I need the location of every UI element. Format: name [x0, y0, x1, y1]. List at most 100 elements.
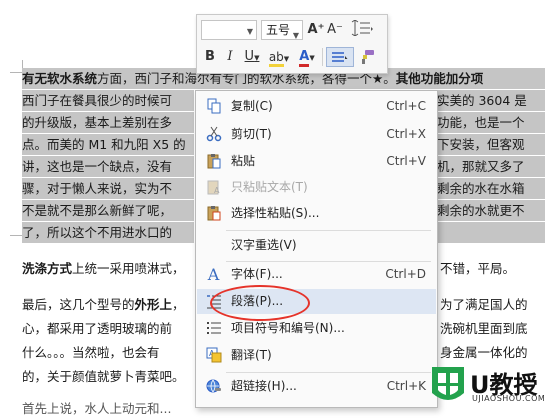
menu-item-cut[interactable]: 剪切(T) Ctrl+X [197, 122, 436, 147]
doc-bold-text: 洗涤方式 [22, 261, 73, 276]
font-icon: A [207, 265, 220, 284]
paragraph-icon [205, 293, 222, 310]
doc-line-14-left: 首先上说，水人上动元和... [22, 401, 172, 416]
chevron-down-icon: ▼ [292, 31, 299, 40]
line-spacing-button[interactable] [347, 19, 377, 40]
menu-item-label: 汉字重选(V) [231, 238, 297, 252]
paste-text-icon: A [205, 179, 222, 196]
align-icon [332, 51, 348, 62]
doc-line-4-right: 下安装，但客观 [437, 134, 545, 155]
doc-line-10-right: 为了满足国人的 [440, 297, 528, 312]
menu-item-label: 段落(P)... [231, 294, 284, 308]
toolbar-divider [322, 48, 323, 66]
align-button[interactable] [326, 47, 354, 67]
menu-item-translate[interactable]: A 翻译(T) [197, 343, 436, 368]
translate-icon: A [205, 347, 222, 364]
doc-line-2-right: 实美的 3604 是 [437, 90, 545, 111]
watermark-url: UJIAOSHOU.COM [472, 394, 545, 403]
menu-item-hyperlink[interactable]: 超链接(H)... Ctrl+K [197, 374, 436, 399]
highlight-button[interactable]: ab▼ [267, 47, 291, 67]
highlight-label: ab [268, 50, 284, 67]
font-size-select[interactable]: 五号 ▼ [261, 20, 303, 40]
doc-line-8-right [437, 222, 545, 243]
menu-item-label: 项目符号和编号(N)... [231, 321, 345, 335]
font-name-select[interactable]: ▼ [201, 20, 257, 40]
menu-item-label: 只粘贴文本(T) [231, 180, 308, 194]
grow-font-button[interactable]: A⁺ [307, 20, 325, 40]
context-menu: 复制(C) Ctrl+C 剪切(T) Ctrl+X 粘贴 Ctrl+V A 只粘… [195, 90, 438, 408]
menu-item-paste-text-only[interactable]: A 只粘贴文本(T) [197, 175, 436, 200]
paste-special-icon [205, 205, 222, 222]
mini-format-toolbar: ▼ 五号 ▼ A⁺ A⁻ B I U▼ ab▼ A▼ [196, 14, 388, 74]
doc-line-4-left: 点。而美的 M1 和九阳 X5 的 [22, 134, 194, 155]
doc-line-12-right: 身金属一体化的 [440, 345, 528, 360]
scissors-icon [205, 126, 222, 143]
format-painter-button[interactable] [357, 47, 379, 67]
chevron-down-icon: ▼ [309, 54, 315, 62]
bold-button[interactable]: B [201, 47, 219, 67]
doc-line-13-left: 的，关于颜值就萝卜青菜吧。 [22, 369, 185, 384]
chevron-down-icon: ▼ [254, 54, 260, 62]
doc-line-2-left: 西门子在餐具很少的时候可 [22, 90, 194, 111]
underline-label: U [244, 49, 255, 64]
doc-line-10-left: 最后，这几个型号的外形上， [22, 294, 185, 315]
chevron-down-icon: ▼ [246, 27, 253, 36]
menu-item-paste-special[interactable]: 选择性粘贴(S)... [197, 201, 436, 226]
font-color-button[interactable]: A▼ [295, 47, 319, 67]
bullets-icon [205, 320, 222, 337]
menu-item-shortcut: Ctrl+X [386, 127, 426, 141]
format-painter-icon [362, 49, 374, 64]
paste-icon [205, 153, 222, 170]
menu-item-label: 超链接(H)... [231, 379, 297, 393]
doc-line-6-left: 骤，对于懒人来说，实为不 [22, 178, 194, 199]
menu-item-label: 翻译(T) [231, 348, 272, 362]
doc-line-7-left: 不是就不是那么新鲜了呢， [22, 200, 194, 221]
watermark-logo: U教授 UJIAOSHOU.COM [426, 363, 545, 407]
doc-line-6-right: 剩余的水在水箱 [437, 178, 545, 199]
menu-item-shortcut: Ctrl+K [386, 379, 426, 393]
menu-item-label: 选择性粘贴(S)... [231, 206, 320, 220]
italic-button[interactable]: I [221, 47, 239, 67]
menu-item-copy[interactable]: 复制(C) Ctrl+C [197, 94, 436, 119]
menu-item-bullets-numbering[interactable]: 项目符号和编号(N)... [197, 316, 436, 341]
doc-bold-text: 其他功能加分项 [395, 71, 484, 86]
hyperlink-icon [205, 378, 222, 395]
shrink-font-button[interactable]: A⁻ [326, 20, 344, 40]
menu-item-label: 剪切(T) [231, 127, 272, 141]
menu-item-shortcut: Ctrl+D [385, 267, 426, 281]
doc-line-12-left: 什么。。。当然啦，也会有 [22, 345, 160, 360]
doc-line-3-left: 的升级版，基本上差别在多 [22, 112, 194, 133]
doc-line-9-right: 不错，平局。 [440, 261, 516, 276]
doc-bold-text: 有无软水系统 [22, 71, 98, 86]
logo-mark-icon [432, 367, 464, 400]
doc-line-7-right: 剩余的水就更不 [437, 200, 545, 221]
doc-line-11-right: 洗碗机里面到底 [440, 321, 528, 336]
menu-item-label: 字体(F)... [231, 267, 283, 281]
doc-text: ， [172, 297, 185, 312]
doc-line-5-left: 讲，这也是一个缺点，没有 [22, 156, 194, 177]
doc-line-8-left: 了，所以这个不用进水口的 [22, 222, 194, 243]
underline-button[interactable]: U▼ [241, 47, 263, 67]
menu-item-label: 复制(C) [231, 99, 273, 113]
doc-text: 最后，这几个型号的 [22, 297, 135, 312]
doc-text: 上统一采用喷淋式， [72, 261, 185, 276]
doc-bold-text: 外形上 [134, 297, 173, 312]
margin-mark [10, 235, 22, 236]
chevron-down-icon: ▼ [283, 55, 290, 63]
menu-item-font[interactable]: A 字体(F)... Ctrl+D [197, 262, 436, 287]
doc-line-5-right: 机，那就又多了 [437, 156, 545, 177]
menu-item-paragraph[interactable]: 段落(P)... [197, 289, 436, 314]
menu-item-shortcut: Ctrl+V [386, 154, 426, 168]
menu-item-shortcut: Ctrl+C [386, 99, 426, 113]
font-size-value: 五号 [266, 23, 291, 37]
menu-item-label: 粘贴 [231, 154, 256, 168]
font-color-label: A [299, 49, 310, 67]
line-spacing-icon [351, 19, 373, 37]
menu-divider [226, 230, 431, 231]
svg-text:A: A [214, 186, 220, 195]
doc-line-11-left: 心，都采用了透明玻璃的前 [22, 321, 173, 336]
menu-item-paste[interactable]: 粘贴 Ctrl+V [197, 149, 436, 174]
menu-divider [226, 372, 431, 373]
doc-line-3-right: 功能，也是一个 [437, 112, 545, 133]
menu-item-reselect-chinese[interactable]: 汉字重选(V) [197, 233, 436, 258]
